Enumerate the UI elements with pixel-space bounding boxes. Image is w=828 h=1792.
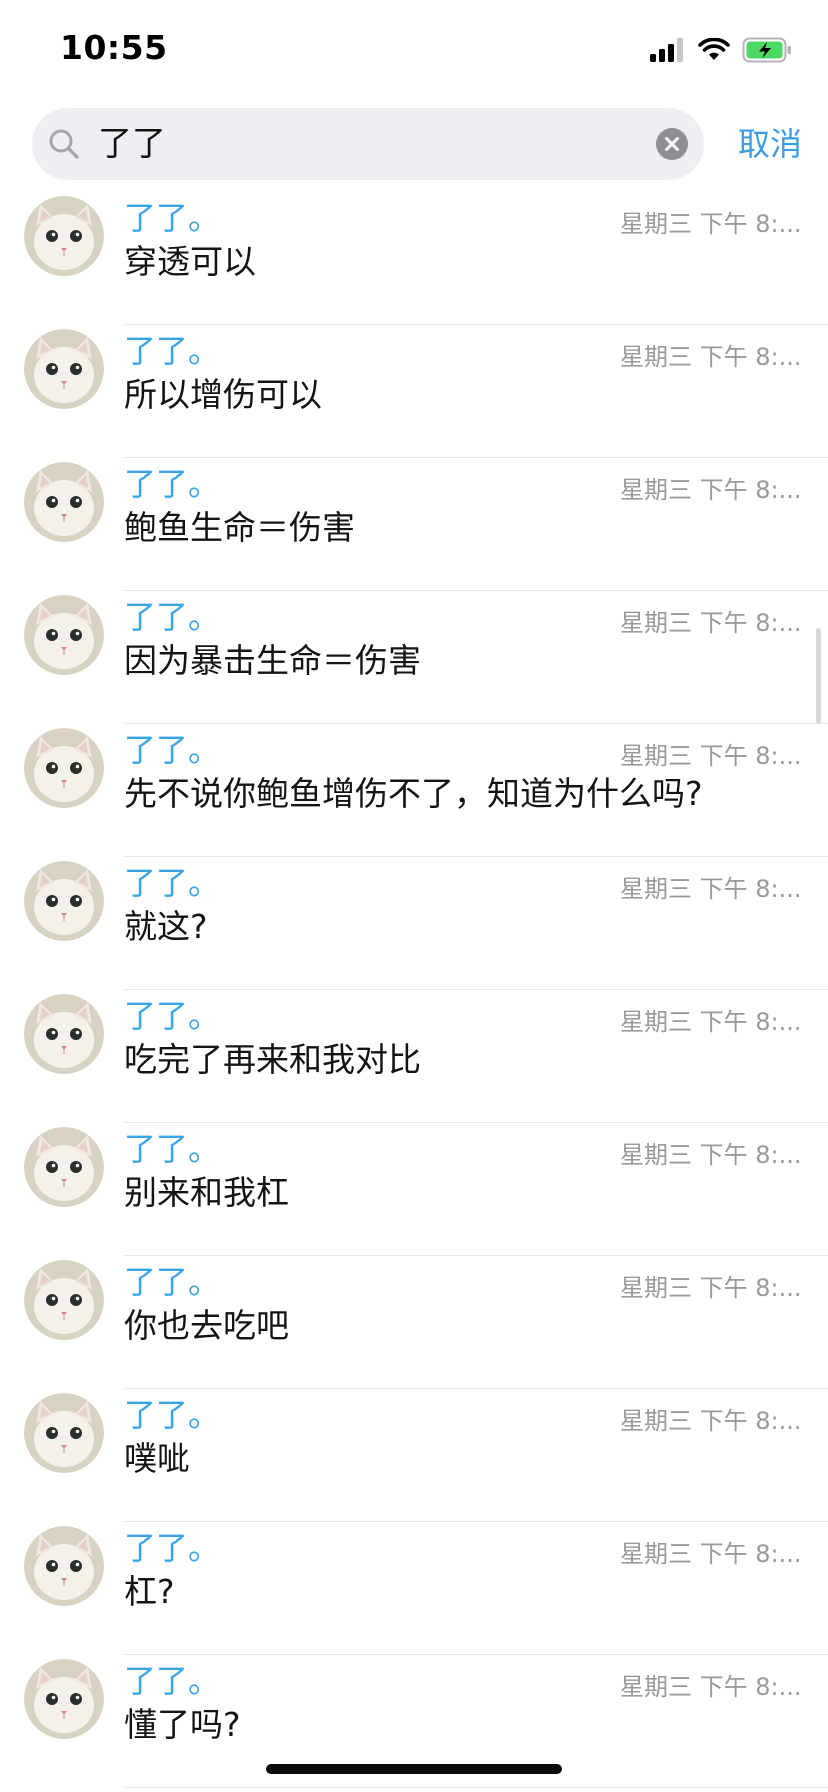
- sender-name: 了了。: [124, 864, 221, 902]
- message-preview: 杠?: [124, 1572, 175, 1611]
- message-timestamp: 星期三 下午 8:...: [620, 875, 802, 903]
- search-result-item[interactable]: 了了。 星期三 下午 8:... 鲍鱼生命＝伤害: [0, 458, 828, 591]
- sender-name: 了了。: [124, 997, 221, 1035]
- message-preview: 鲍鱼生命＝伤害: [124, 508, 355, 547]
- message-preview: 懂了吗?: [124, 1705, 241, 1744]
- sender-name: 了了。: [124, 1662, 221, 1700]
- sender-name: 了了。: [124, 731, 221, 769]
- message-preview: 就这?: [124, 907, 208, 946]
- search-result-item[interactable]: 了了。 星期三 下午 8:... 杠?: [0, 1522, 828, 1655]
- home-indicator[interactable]: [266, 1764, 562, 1774]
- search-result-item[interactable]: 了了。 星期三 下午 8:... 别来和我杠: [0, 1123, 828, 1256]
- search-result-item[interactable]: 了了。 星期三 下午 8:... 就这?: [0, 857, 828, 990]
- cat-avatar[interactable]: [24, 1260, 104, 1340]
- search-result-item[interactable]: 了了。 星期三 下午 8:... 噗呲: [0, 1389, 828, 1522]
- message-timestamp: 星期三 下午 8:...: [620, 343, 802, 371]
- search-row: 了了 取消: [0, 108, 828, 180]
- sender-name: 了了。: [124, 598, 221, 636]
- cat-avatar[interactable]: [24, 861, 104, 941]
- cat-avatar[interactable]: [24, 1659, 104, 1739]
- sender-name: 了了。: [124, 1396, 221, 1434]
- status-icons: [650, 34, 792, 66]
- cat-avatar[interactable]: [24, 1393, 104, 1473]
- cat-avatar[interactable]: [24, 196, 104, 276]
- message-timestamp: 星期三 下午 8:...: [620, 1008, 802, 1036]
- search-result-item[interactable]: 了了。 星期三 下午 8:... 所以增伤可以: [0, 325, 828, 458]
- message-preview: 所以增伤可以: [124, 375, 322, 414]
- message-preview: 先不说你鲍鱼增伤不了，知道为什么吗?: [124, 774, 703, 813]
- sender-name: 了了。: [124, 199, 221, 237]
- message-timestamp: 星期三 下午 8:...: [620, 742, 802, 770]
- cat-avatar[interactable]: [24, 994, 104, 1074]
- sender-name: 了了。: [124, 465, 221, 503]
- sender-name: 了了。: [124, 1529, 221, 1567]
- message-timestamp: 星期三 下午 8:...: [620, 609, 802, 637]
- sender-name: 了了。: [124, 332, 221, 370]
- search-result-list: 了了。 星期三 下午 8:... 穿透可以 了了。 星期三 下午 8:... 所: [0, 192, 828, 1788]
- cat-avatar[interactable]: [24, 1526, 104, 1606]
- message-preview: 吃完了再来和我对比: [124, 1040, 421, 1079]
- search-result-item[interactable]: 了了。 星期三 下午 8:... 吃完了再来和我对比: [0, 990, 828, 1123]
- message-timestamp: 星期三 下午 8:...: [620, 1407, 802, 1435]
- search-result-item[interactable]: 了了。 星期三 下午 8:... 你也去吃吧: [0, 1256, 828, 1389]
- status-bar: 10:55: [0, 0, 828, 100]
- message-preview: 穿透可以: [124, 242, 256, 281]
- sender-name: 了了。: [124, 1263, 221, 1301]
- cat-avatar[interactable]: [24, 595, 104, 675]
- message-timestamp: 星期三 下午 8:...: [620, 1141, 802, 1169]
- cancel-button[interactable]: 取消: [738, 120, 802, 168]
- message-timestamp: 星期三 下午 8:...: [620, 1673, 802, 1701]
- search-icon: [49, 129, 79, 159]
- message-timestamp: 星期三 下午 8:...: [620, 1540, 802, 1568]
- message-preview: 你也去吃吧: [124, 1306, 289, 1345]
- search-result-item[interactable]: 了了。 星期三 下午 8:... 因为暴击生命＝伤害: [0, 591, 828, 724]
- cat-avatar[interactable]: [24, 462, 104, 542]
- status-time: 10:55: [60, 28, 168, 67]
- search-results-screen: 10:55 了了 取消 了了。 星期三 下午 8:... 穿透可以 了了。 星期…: [0, 0, 828, 1792]
- cat-avatar[interactable]: [24, 1127, 104, 1207]
- message-preview: 别来和我杠: [124, 1173, 289, 1212]
- clear-icon[interactable]: [656, 128, 688, 160]
- message-timestamp: 星期三 下午 8:...: [620, 476, 802, 504]
- cellular-signal-icon: [650, 38, 683, 62]
- row-divider: [124, 1787, 828, 1788]
- cat-avatar[interactable]: [24, 728, 104, 808]
- search-input[interactable]: 了了: [98, 120, 166, 168]
- message-preview: 因为暴击生命＝伤害: [124, 641, 421, 680]
- search-field[interactable]: 了了: [32, 108, 704, 180]
- sender-name: 了了。: [124, 1130, 221, 1168]
- search-result-item[interactable]: 了了。 星期三 下午 8:... 先不说你鲍鱼增伤不了，知道为什么吗?: [0, 724, 828, 857]
- message-timestamp: 星期三 下午 8:...: [620, 210, 802, 238]
- wifi-icon: [698, 38, 730, 60]
- cat-avatar[interactable]: [24, 329, 104, 409]
- battery-charging-icon: [742, 37, 791, 63]
- message-preview: 噗呲: [124, 1439, 190, 1478]
- message-timestamp: 星期三 下午 8:...: [620, 1274, 802, 1302]
- scroll-indicator[interactable]: [816, 628, 821, 724]
- search-result-item[interactable]: 了了。 星期三 下午 8:... 穿透可以: [0, 192, 828, 325]
